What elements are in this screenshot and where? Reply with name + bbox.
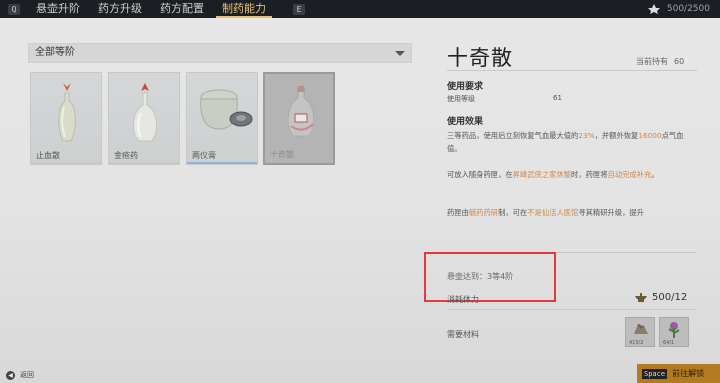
tab-recipe-config[interactable]: 药方配置 (160, 0, 204, 18)
stamina-label: 消耗体力 (447, 295, 479, 304)
sealed-bottle-icon (287, 86, 315, 137)
bottle-red-flower-icon (133, 83, 157, 142)
item-card-shiqisan[interactable]: 十奇散 (263, 72, 335, 165)
divider (447, 309, 697, 310)
highlight-percent: 23% (578, 131, 595, 140)
item-card-liangyigao[interactable]: 两仪膏 (186, 72, 258, 165)
text-segment: 可放入随身药匣，在 (447, 170, 513, 179)
grade-filter-dropdown[interactable]: 全部等阶 (28, 43, 412, 63)
item-grade-bar (109, 162, 179, 164)
owned-count: 当前持有 60 (636, 56, 684, 67)
item-grade-bar (187, 162, 257, 164)
tab-hu-upgrade[interactable]: 悬壶升阶 (36, 0, 80, 18)
item-grade-bar (31, 162, 101, 164)
grade-filter-value: 全部等阶 (35, 47, 75, 58)
herb-material-icon (668, 322, 680, 338)
back-button[interactable]: ◀ 返回 (6, 370, 34, 380)
next-tab-key[interactable]: E (293, 3, 305, 15)
tab-recipe-upgrade[interactable]: 药方升级 (98, 0, 142, 18)
item-card-zhixuesan[interactable]: 止血散 (30, 72, 102, 165)
item-name: 金疮药 (114, 151, 138, 160)
material-slot-1[interactable]: 415/2 (625, 317, 655, 347)
highlight-clinic: 不是仙活人医馆 (527, 208, 579, 217)
owned-label: 当前持有 (636, 57, 668, 66)
unlock-button[interactable]: Space 前往解锁 (637, 364, 720, 383)
item-name: 十奇散 (270, 150, 294, 159)
materials-label: 需要材料 (447, 330, 479, 339)
stamina-cost: 500/12 (634, 292, 687, 303)
highlight-auto-refill: 自动完成补充 (607, 170, 652, 179)
divider (447, 70, 697, 71)
material-count: 64/1 (663, 340, 675, 346)
requirement-heading: 使用要求 (447, 82, 484, 92)
text-segment: 三等药品，使用后立刻恢复气血最大值的 (447, 131, 579, 140)
pestle-icon (635, 292, 647, 302)
material-count: 415/2 (629, 340, 644, 346)
item-card-jinchuangyao[interactable]: 金疮药 (108, 72, 180, 165)
text-segment: ，并额外恢复 (594, 131, 639, 140)
back-label: 返回 (20, 371, 34, 379)
item-name: 止血散 (36, 151, 60, 160)
prev-tab-key[interactable]: Q (8, 3, 20, 15)
text-segment: 药匣由 (447, 208, 469, 217)
unlock-button-label: 前往解锁 (672, 369, 705, 378)
highlight-box (424, 252, 556, 302)
material-slot-2[interactable]: 64/1 (659, 317, 689, 347)
text-segment: 制，可在 (498, 208, 528, 217)
resource-value: 500/2500 (666, 4, 710, 14)
tab-crafting-ability[interactable]: 制药能力 (216, 0, 272, 18)
requirement-label: 使用等级 (447, 95, 475, 103)
requirement-value: 61 (553, 94, 562, 102)
text-segment: 时，药匣将 (571, 170, 608, 179)
medicine-icon (647, 4, 660, 14)
ore-material-icon (634, 323, 648, 334)
back-key-icon: ◀ (6, 370, 15, 380)
requirement-row: 使用等级 61 (447, 94, 647, 104)
space-key-badge: Space (642, 368, 668, 379)
resource-counter: 500/2500 (647, 0, 710, 18)
effect-heading: 使用效果 (447, 117, 484, 127)
item-title: 十奇散 (447, 46, 513, 70)
effect-paragraph-2: 可放入随身药匣，在昇峰武侠之家休整时，药匣将自动完成补充。 (447, 168, 697, 181)
stamina-value: 500/12 (652, 292, 688, 303)
highlight-location: 昇峰武侠之家休整 (512, 170, 572, 179)
chevron-down-icon (395, 51, 405, 56)
effect-paragraph-1: 三等药品，使用后立刻恢复气血最大值的23%，并额外恢复16000点气血值。 (447, 129, 697, 155)
owned-value: 60 (674, 57, 685, 66)
vase-red-flower-icon (58, 83, 76, 142)
text-segment: 寻其精研升级，提升 (578, 208, 645, 217)
top-nav-bar: Q 悬壶升阶 药方升级 药方配置 制药能力 E 500/2500 (0, 0, 720, 18)
jar-lid-icon (200, 89, 253, 130)
text-segment: 。 (651, 170, 659, 179)
effect-paragraph-3: 药匣由毓药药研制，可在不是仙活人医馆寻其精研升级，提升 (447, 206, 697, 219)
highlight-value: 16000 (638, 131, 662, 140)
item-name: 两仪膏 (192, 151, 216, 160)
highlight-npc: 毓药药研 (468, 208, 499, 217)
